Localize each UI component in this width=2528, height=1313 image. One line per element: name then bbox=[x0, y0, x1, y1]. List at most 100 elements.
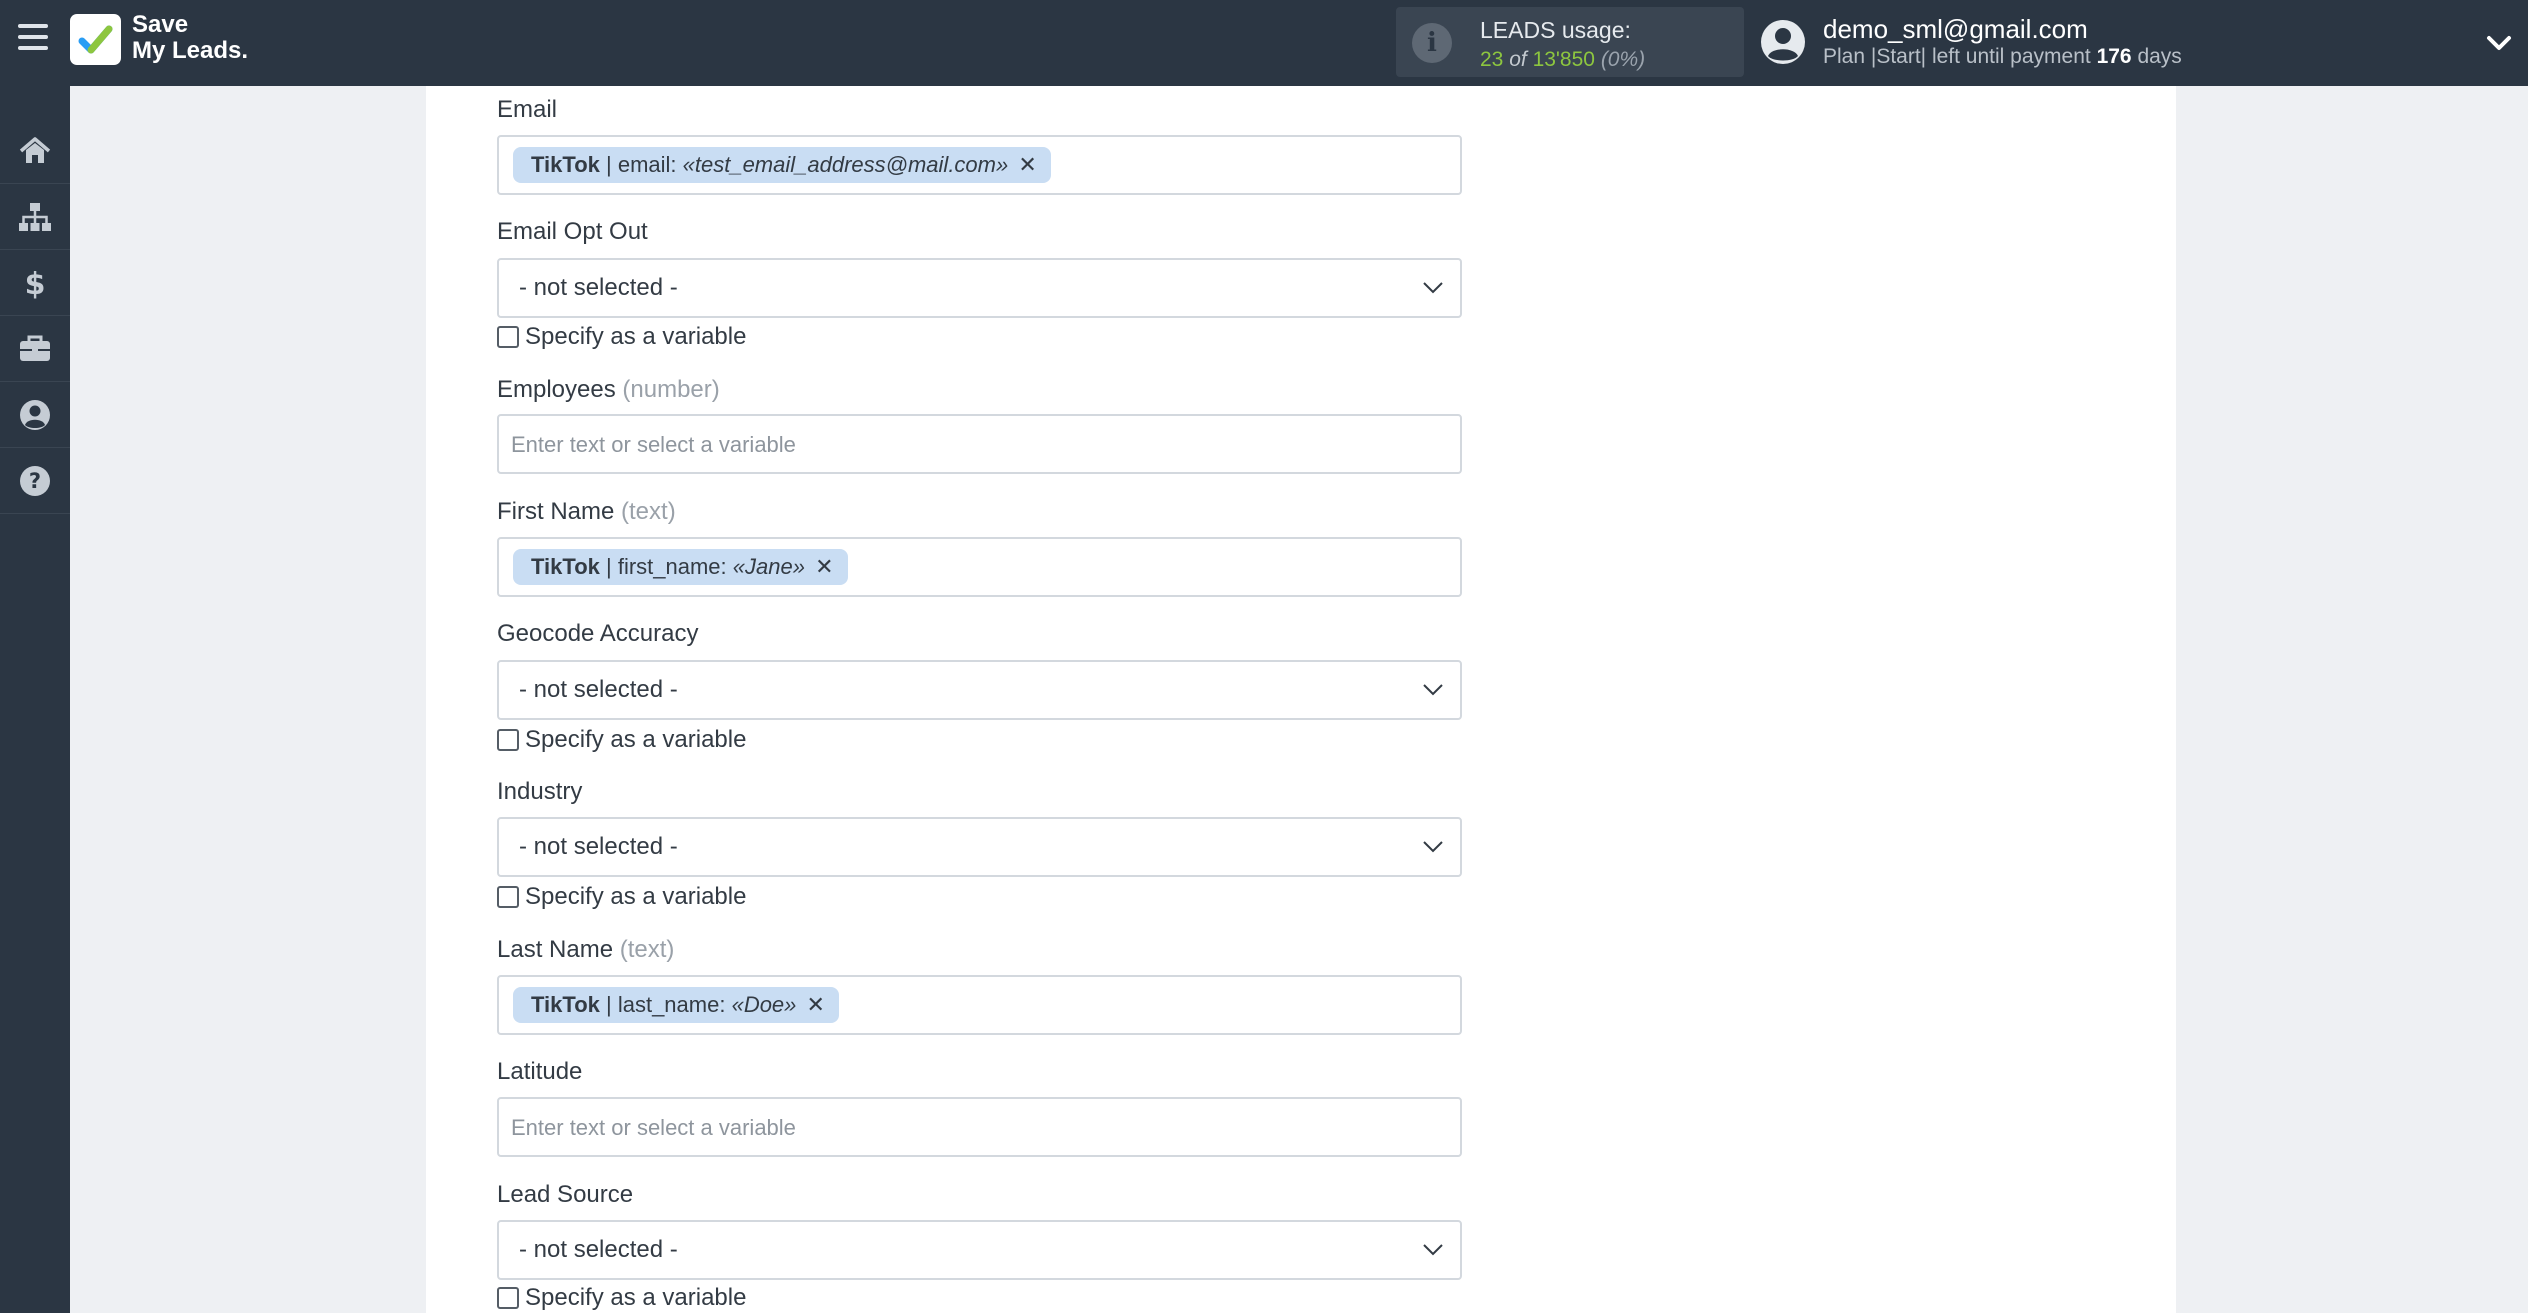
sidebar-item-help[interactable]: ? bbox=[0, 448, 70, 514]
remove-tag-icon[interactable]: ✕ bbox=[1018, 152, 1036, 177]
tag-field: | last_name: bbox=[606, 992, 726, 1017]
industry-label: Industry bbox=[497, 778, 582, 806]
logo-check-icon bbox=[78, 25, 113, 54]
latitude-label-text: Latitude bbox=[497, 1058, 583, 1085]
tag-value: «Doe» bbox=[731, 992, 797, 1017]
sidebar-item-services[interactable] bbox=[0, 316, 70, 382]
employees-input[interactable]: Enter text or select a variable bbox=[497, 414, 1462, 474]
logo[interactable] bbox=[70, 14, 121, 65]
tag-value: «test_email_address@mail.com» bbox=[682, 152, 1009, 177]
first-name-field[interactable]: TikTok | first_name: «Jane» ✕ bbox=[497, 537, 1462, 597]
usage-used: 23 bbox=[1480, 48, 1504, 71]
tag-source: TikTok bbox=[531, 992, 600, 1017]
email-field[interactable]: TikTok | email: «test_email_address@mail… bbox=[497, 135, 1462, 195]
input-placeholder: Enter text or select a variable bbox=[511, 432, 796, 457]
tag-source: TikTok bbox=[531, 152, 600, 177]
usage-of: of bbox=[1509, 48, 1527, 71]
usage-title: LEADS usage: bbox=[1480, 17, 1631, 43]
last-name-field[interactable]: TikTok | last_name: «Doe» ✕ bbox=[497, 975, 1462, 1035]
select-value: - not selected - bbox=[519, 833, 678, 860]
tag-field: | first_name: bbox=[606, 554, 727, 579]
usage-total: 13'850 bbox=[1532, 48, 1595, 71]
input-placeholder: Enter text or select a variable bbox=[511, 1115, 796, 1140]
industry-specify-checkbox[interactable]: Specify as a variable bbox=[497, 882, 746, 912]
checkbox[interactable] bbox=[497, 326, 519, 348]
top-bar: Save My Leads. i LEADS usage: 23 of 13'8… bbox=[0, 0, 2528, 86]
tag-field: | email: bbox=[606, 152, 677, 177]
logo-line-1: Save bbox=[132, 11, 189, 38]
sidebar-item-billing[interactable]: $ bbox=[0, 250, 70, 316]
email-label-text: Email bbox=[497, 96, 558, 123]
lead-source-specify-checkbox[interactable]: Specify as a variable bbox=[497, 1283, 746, 1313]
email-opt-out-specify-checkbox[interactable]: Specify as a variable bbox=[497, 322, 746, 352]
last-name-label-text: Last Name bbox=[497, 936, 614, 963]
remove-tag-icon[interactable]: ✕ bbox=[807, 992, 825, 1017]
logo-line-2: My Leads. bbox=[132, 37, 249, 64]
sidebar-item-connections[interactable] bbox=[0, 184, 70, 250]
geocode-accuracy-label-text: Geocode Accuracy bbox=[497, 620, 699, 647]
last-name-hint: (text) bbox=[619, 936, 675, 963]
industry-select[interactable]: - not selected - bbox=[497, 817, 1462, 877]
checkbox[interactable] bbox=[497, 886, 519, 908]
employees-label: Employees (number) bbox=[497, 376, 720, 404]
last-name-variable-tag[interactable]: TikTok | last_name: «Doe» ✕ bbox=[513, 987, 839, 1023]
select-value: - not selected - bbox=[519, 1236, 678, 1263]
tag-value: «Jane» bbox=[732, 554, 805, 579]
geocode-accuracy-label: Geocode Accuracy bbox=[497, 620, 698, 648]
lead-source-label: Lead Source bbox=[497, 1181, 633, 1209]
plan-days: 176 bbox=[2096, 45, 2132, 68]
dollar-icon: $ bbox=[25, 267, 46, 301]
home-icon bbox=[19, 136, 51, 163]
first-name-variable-tag[interactable]: TikTok | first_name: «Jane» ✕ bbox=[513, 549, 848, 585]
leads-usage-panel: i LEADS usage: 23 of 13'850 (0%) bbox=[1396, 7, 1744, 77]
first-name-hint: (text) bbox=[621, 498, 676, 525]
checkbox[interactable] bbox=[497, 729, 519, 751]
briefcase-icon bbox=[20, 335, 50, 361]
first-name-label: First Name (text) bbox=[497, 498, 676, 526]
select-value: - not selected - bbox=[519, 676, 678, 703]
employees-hint: (number) bbox=[622, 376, 720, 403]
tag-source: TikTok bbox=[531, 554, 600, 579]
email-opt-out-label-text: Email Opt Out bbox=[497, 218, 648, 245]
logo-text: Save My Leads. bbox=[132, 12, 248, 64]
sidebar: $ ? bbox=[0, 86, 70, 1313]
email-opt-out-select[interactable]: - not selected - bbox=[497, 258, 1462, 318]
remove-tag-icon[interactable]: ✕ bbox=[815, 554, 833, 579]
info-icon: i bbox=[1412, 23, 1452, 63]
help-icon: ? bbox=[20, 465, 50, 496]
sidebar-item-home[interactable] bbox=[0, 118, 70, 184]
first-name-label-text: First Name bbox=[497, 498, 615, 525]
chevron-down-icon bbox=[1423, 841, 1443, 853]
user-avatar-icon[interactable] bbox=[1760, 19, 1806, 65]
sitemap-icon bbox=[19, 202, 51, 231]
sidebar-item-account[interactable] bbox=[0, 382, 70, 448]
lead-source-select[interactable]: - not selected - bbox=[497, 1220, 1462, 1280]
geocode-accuracy-select[interactable]: - not selected - bbox=[497, 660, 1462, 720]
chevron-down-icon[interactable] bbox=[2484, 28, 2514, 58]
chevron-down-icon bbox=[1423, 684, 1443, 696]
email-label: Email bbox=[497, 96, 557, 124]
usage-value: 23 of 13'850 (0%) bbox=[1480, 48, 1645, 72]
menu-icon[interactable] bbox=[18, 24, 50, 58]
last-name-label: Last Name (text) bbox=[497, 936, 674, 964]
user-email[interactable]: demo_sml@gmail.com bbox=[1823, 14, 2088, 45]
checkbox-label: Specify as a variable bbox=[525, 883, 747, 910]
geocode-accuracy-specify-checkbox[interactable]: Specify as a variable bbox=[497, 725, 746, 755]
user-plan: Plan |Start| left until payment 176 days bbox=[1823, 45, 2182, 69]
email-variable-tag[interactable]: TikTok | email: «test_email_address@mail… bbox=[513, 147, 1051, 183]
checkbox-label: Specify as a variable bbox=[525, 726, 747, 753]
chevron-down-icon bbox=[1423, 1244, 1443, 1256]
checkbox-label: Specify as a variable bbox=[525, 323, 747, 350]
plan-days-unit: days bbox=[2137, 45, 2182, 68]
svg-text:?: ? bbox=[29, 469, 41, 493]
employees-label-text: Employees bbox=[497, 376, 616, 403]
industry-label-text: Industry bbox=[497, 778, 583, 805]
latitude-input[interactable]: Enter text or select a variable bbox=[497, 1097, 1462, 1157]
usage-percent: (0%) bbox=[1600, 48, 1646, 71]
chevron-down-icon bbox=[1423, 282, 1443, 294]
email-opt-out-label: Email Opt Out bbox=[497, 218, 648, 246]
checkbox[interactable] bbox=[497, 1287, 519, 1309]
svg-text:$: $ bbox=[25, 267, 46, 301]
checkbox-label: Specify as a variable bbox=[525, 1284, 747, 1311]
select-value: - not selected - bbox=[519, 274, 678, 301]
